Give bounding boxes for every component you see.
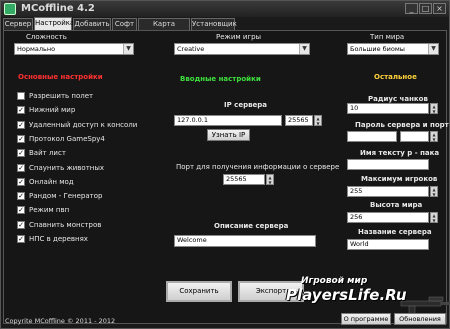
checkbox-label: Вайт лист	[29, 149, 66, 158]
server-ip-input[interactable]: 127.0.0.1	[174, 115, 282, 126]
checkbox-checked-icon[interactable]: ✓	[17, 220, 25, 229]
about-button[interactable]: О программе	[341, 313, 391, 325]
difficulty-select[interactable]: Нормально ▼	[14, 43, 134, 55]
world-height-input[interactable]: 256	[347, 212, 429, 223]
max-players-stepper[interactable]: ▲ ▼	[430, 186, 438, 197]
password-port-stepper[interactable]: ▲ ▼	[430, 131, 438, 142]
checkbox-label: Протокол GameSpy4	[29, 134, 105, 143]
gamemode-value: Creative	[177, 45, 205, 53]
close-button[interactable]: ×	[433, 3, 446, 14]
world-name-label: Название сервера	[358, 228, 432, 236]
worldtype-select[interactable]: Большие биомы ▼	[347, 43, 439, 55]
input-settings-header: Вводные настройки	[180, 75, 261, 83]
world-height-label: Высота мира	[370, 201, 423, 209]
query-port-label: Порт для получения информации о сервере	[176, 163, 340, 171]
description-input[interactable]: Welcome	[174, 235, 316, 247]
checkbox-checked-icon[interactable]: ✓	[17, 134, 25, 143]
chevron-down-icon: ▼	[299, 44, 309, 54]
checkbox-label: Спаунить животных	[29, 163, 105, 172]
password-port-input[interactable]	[400, 131, 429, 142]
texture-pack-input[interactable]	[347, 159, 429, 170]
port-stepper[interactable]: ▲ ▼	[314, 115, 322, 126]
difficulty-label: Сложность	[26, 33, 67, 41]
password-port-label: Пароль сервера и порт	[355, 121, 449, 129]
tab-server-map[interactable]: Карта сервера	[138, 18, 190, 39]
title-bar: MCoffline 4.2 _ □ ×	[1, 1, 449, 17]
main-settings-header: Основные настройки	[18, 73, 103, 81]
checkbox-label: Спавнить монстров	[29, 220, 102, 229]
watermark-logo: PlayersLife.Ru	[286, 286, 407, 304]
gamemode-select[interactable]: Creative ▼	[174, 43, 310, 55]
password-input[interactable]	[347, 131, 397, 142]
settings-panel: Сложность Нормально ▼ Режим игры Creativ…	[3, 30, 450, 324]
minimize-button[interactable]: _	[405, 3, 418, 14]
checkbox-checked-icon[interactable]: ✓	[17, 206, 25, 215]
checkbox-checked-icon[interactable]: ✓	[17, 177, 25, 186]
checkbox-label: Режим пвп	[29, 206, 70, 215]
gamemode-label: Режим игры	[216, 33, 262, 41]
watermark-caption: Игровой мир	[301, 276, 368, 286]
tab-software[interactable]: Софт	[112, 18, 137, 30]
worldtype-value: Большие биомы	[350, 45, 405, 53]
chunk-radius-stepper[interactable]: ▲ ▼	[430, 103, 438, 114]
checkbox-checked-icon[interactable]: ✓	[17, 163, 25, 172]
save-button[interactable]: Сохранить	[166, 281, 232, 302]
world-name-input[interactable]: World	[347, 239, 429, 250]
checkbox-checked-icon[interactable]: ✓	[17, 120, 25, 129]
updates-button[interactable]: Обновления	[394, 313, 446, 325]
max-players-input[interactable]: 255	[347, 186, 429, 197]
worldtype-label: Тип мира	[370, 33, 405, 41]
difficulty-value: Нормально	[17, 45, 56, 53]
checkbox-label: Нижний мир	[29, 106, 76, 115]
query-port-input[interactable]: 25565	[223, 174, 265, 185]
checkbox-label: Удаленный доступ к консоли	[29, 120, 138, 129]
app-logo-icon	[4, 3, 16, 15]
tab-add[interactable]: Добавить	[73, 18, 111, 30]
description-label: Описание сервера	[214, 222, 289, 230]
get-ip-button[interactable]: Узнать IP	[207, 129, 250, 141]
tab-installer[interactable]: Установщик	[191, 18, 237, 30]
checkbox-label: Онлайн мод	[29, 177, 74, 186]
world-height-stepper[interactable]: ▲ ▼	[430, 212, 438, 223]
checkbox-label: НПС в деревнях	[29, 235, 88, 243]
tab-settings[interactable]: Настройка	[34, 17, 74, 30]
checkbox-checked-icon[interactable]: ✓	[17, 235, 25, 243]
server-ip-label: IP сервера	[224, 101, 267, 109]
query-port-stepper[interactable]: ▲ ▼	[266, 174, 274, 185]
copyright-text: Copyrite MCoffline © 2011 - 2012	[5, 317, 116, 325]
checkbox-label: Разрешить полет	[29, 92, 94, 100]
max-players-label: Максимум игроков	[361, 175, 438, 183]
checkbox-checked-icon[interactable]: ✓	[17, 149, 25, 158]
checkbox-unchecked-icon[interactable]	[17, 92, 25, 100]
checkbox-checked-icon[interactable]: ✓	[17, 192, 25, 201]
chunk-radius-input[interactable]: 10	[347, 103, 429, 114]
chevron-down-icon: ▼	[428, 44, 438, 54]
tab-server[interactable]: Сервер	[3, 18, 33, 30]
window-title: MCoffline 4.2	[21, 3, 95, 14]
checkbox-label: Рандом - Генератор	[29, 192, 103, 201]
app-window: MCoffline 4.2 _ □ × Сервер Настройка Доб…	[0, 0, 450, 329]
chunk-radius-label: Радиус чанков	[368, 95, 428, 103]
texture-pack-label: Имя тексту р - пака	[360, 149, 440, 157]
chevron-down-icon: ▼	[123, 44, 133, 54]
checkbox-checked-icon[interactable]: ✓	[17, 106, 25, 115]
server-port-input[interactable]: 25565	[285, 115, 313, 126]
other-settings-header: Остальное	[374, 73, 417, 81]
maximize-button[interactable]: □	[419, 3, 432, 14]
